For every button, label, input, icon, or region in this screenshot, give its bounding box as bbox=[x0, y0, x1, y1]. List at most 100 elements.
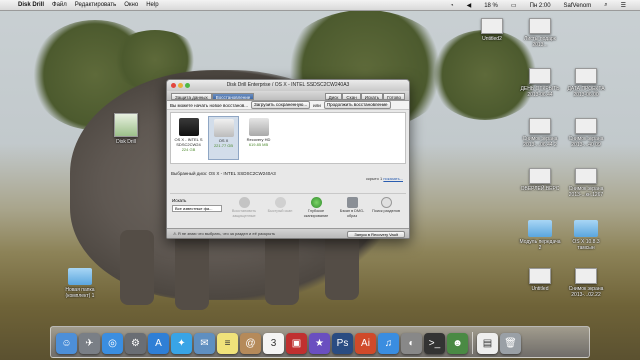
backup-dmg-button[interactable]: Бэкап в DMG-образ bbox=[336, 197, 368, 218]
menu-item-file[interactable]: Файл bbox=[52, 2, 67, 8]
quick-scan-icon bbox=[274, 197, 286, 208]
step-search[interactable]: Искать bbox=[360, 93, 384, 100]
desktop-icon[interactable]: ДАТА ПРОЕКТА 2013-06.00 bbox=[564, 68, 608, 98]
menu-item-edit[interactable]: Редактировать bbox=[75, 2, 116, 8]
deep-scan-icon bbox=[310, 197, 322, 208]
desktop-icon[interactable]: ОВЕРЛЕЙ.ВЕРС bbox=[518, 168, 562, 192]
desktop-icon[interactable]: Untitled bbox=[518, 268, 562, 292]
wallpaper-elephant-leg bbox=[120, 230, 154, 305]
menu-item-window[interactable]: Окно bbox=[124, 2, 138, 8]
drives-list: OS X - INTEL S SDSC2CW24 224 GB OS X 221… bbox=[170, 112, 406, 164]
drive-item-osx[interactable]: OS X 221.77 GB bbox=[208, 116, 239, 160]
session-message-row: Вы можете начать новое восстанов... Загр… bbox=[167, 101, 409, 110]
quick-scan-button[interactable]: Быстрый скан bbox=[264, 197, 296, 214]
battery-icon[interactable]: ▭ bbox=[511, 2, 517, 9]
wallpaper-elephant-leg bbox=[265, 230, 299, 305]
zoom-button[interactable] bbox=[185, 83, 190, 88]
desktop-icon-folder[interactable]: OS X 10.8.3 тамсын bbox=[564, 220, 608, 251]
selected-disk-label: Выбранный диск: OS X - INTEL SSDSC2CW240… bbox=[171, 171, 276, 176]
recovery-vault-button[interactable]: Запуск в Recovery Vault bbox=[347, 231, 405, 238]
file-type-select[interactable]: Все известные фа... bbox=[172, 205, 222, 212]
diskdrill-icon[interactable]: ☻ bbox=[447, 333, 468, 354]
notifications-icon[interactable]: ☰ bbox=[621, 2, 626, 9]
wifi-icon[interactable]: ◔ bbox=[450, 3, 454, 9]
dock-separator bbox=[472, 332, 473, 354]
preview-icon[interactable]: ◐ bbox=[401, 333, 422, 354]
restore-protected-button[interactable]: Восстановить защищенные bbox=[228, 197, 260, 218]
load-session-button[interactable]: Загрузить сохраненную... bbox=[251, 101, 311, 109]
step-disk[interactable]: Диск bbox=[324, 93, 343, 100]
show-hidden-link[interactable]: показать... bbox=[383, 176, 403, 181]
spotlight-icon[interactable]: ⌕ bbox=[604, 2, 607, 9]
tab-data-protection[interactable]: Защита данных bbox=[171, 93, 212, 100]
warning-text: ⚠ Я не знаю что выбрать, что за раздел и… bbox=[173, 231, 276, 236]
minimize-button[interactable] bbox=[178, 83, 183, 88]
twitter-icon[interactable]: ✦ bbox=[171, 333, 192, 354]
calendar-icon[interactable]: 3 bbox=[263, 333, 284, 354]
deep-scan-button[interactable]: Глубокое сканирование bbox=[300, 197, 332, 218]
window-title: Disk Drill Enterprise / OS X - INTEL SSD… bbox=[226, 82, 350, 88]
desktop-icon-folder[interactable]: Модуль передача 2 bbox=[518, 220, 562, 251]
desktop-icon-label: Новая папка (комплект) 1 bbox=[65, 287, 95, 299]
tab-recovery[interactable]: Восстановление bbox=[211, 93, 255, 100]
continue-recovery-button[interactable]: Продолжить восстановление bbox=[323, 101, 391, 109]
desktop-icon[interactable]: Снимок экрана 2013-...кн.1267 bbox=[564, 168, 608, 198]
contacts-icon[interactable]: @ bbox=[240, 333, 261, 354]
volume-icon[interactable]: ◀ bbox=[467, 2, 472, 9]
finder-icon[interactable]: ☺ bbox=[56, 333, 77, 354]
actions-panel: Искать Все известные фа... Восстановить … bbox=[170, 193, 406, 225]
safari-icon[interactable]: ◎ bbox=[102, 333, 123, 354]
itunes-icon[interactable]: ♫ bbox=[378, 333, 399, 354]
illustrator-icon[interactable]: Ai bbox=[355, 333, 376, 354]
step-scan[interactable]: Скан bbox=[342, 93, 361, 100]
desktop-icon[interactable]: Снимок экрана 2013-...40 09 bbox=[564, 118, 608, 148]
drive-item-recovery[interactable]: Recovery HD 619.85 MB bbox=[243, 116, 274, 160]
menu-app-name[interactable]: Disk Drill bbox=[18, 2, 44, 8]
find-partitions-icon bbox=[380, 197, 392, 208]
close-button[interactable] bbox=[171, 83, 176, 88]
battery-percent[interactable]: 18 % bbox=[484, 3, 498, 9]
launchpad-icon[interactable]: ✈ bbox=[79, 333, 100, 354]
photoshop-icon[interactable]: Ps bbox=[332, 333, 353, 354]
appstore-icon[interactable]: A bbox=[148, 333, 169, 354]
window-titlebar[interactable]: Disk Drill Enterprise / OS X - INTEL SSD… bbox=[167, 80, 409, 91]
dock-icons: ☺ ✈ ◎ ⚙ A ✦ ✉ ≡ @3 ▣ ★ Ps Ai ♫ ◐ >_ ☻ ▤ 🗑 bbox=[52, 330, 588, 354]
desktop-icon[interactable]: Листы подарк 2013... bbox=[518, 18, 562, 48]
terminal-icon[interactable]: >_ bbox=[424, 333, 445, 354]
drive-item-ssd[interactable]: OS X - INTEL S SDSC2CW24 224 GB bbox=[173, 116, 204, 160]
or-text: или bbox=[313, 102, 321, 108]
clock[interactable]: Пн 2:00 bbox=[530, 3, 551, 9]
drive-size: 619.85 MB bbox=[248, 142, 269, 147]
desktop-icon[interactable]: Снимок экрана 2013-...02.22 bbox=[564, 268, 608, 298]
desktop-icon[interactable]: Снимок экрана 2013-...06.44 2 bbox=[518, 118, 562, 148]
desktop-icon[interactable]: Untitled2 bbox=[470, 18, 514, 42]
user-name[interactable]: SafVenom bbox=[564, 3, 592, 9]
imovie-icon[interactable]: ★ bbox=[309, 333, 330, 354]
drive-size: 224 GB bbox=[181, 147, 196, 152]
window-statusbar: ⚠ Я не знаю что выбрать, что за раздел и… bbox=[167, 228, 409, 238]
menu-status-area: ◔ ◀ 18 % ▭ Пн 2:00 SafVenom ⌕ ☰ bbox=[450, 0, 634, 11]
volume-icon bbox=[213, 119, 234, 137]
session-message: Вы можете начать новое восстанов... bbox=[170, 102, 249, 108]
menu-bar: Disk Drill Файл Редактировать Окно Help … bbox=[0, 0, 640, 11]
trash-icon[interactable]: 🗑 bbox=[500, 333, 521, 354]
document-icon[interactable]: ▤ bbox=[477, 333, 498, 354]
desktop-icon[interactable]: ДЕНЬ ОТКРЫТЬ 2013-06.44 bbox=[518, 68, 562, 98]
desktop-icon-disk-drill[interactable]: Disk Drill bbox=[104, 113, 148, 145]
restore-icon bbox=[238, 197, 250, 208]
ssd-icon bbox=[178, 118, 199, 136]
hidden-count: скрыто 1 показать... bbox=[366, 176, 403, 181]
mail-icon[interactable]: ✉ bbox=[194, 333, 215, 354]
window-toolbar: Защита данных Восстановление Диск Скан И… bbox=[167, 91, 409, 101]
photobooth-icon[interactable]: ▣ bbox=[286, 333, 307, 354]
find-partitions-button[interactable]: Поиск разделов bbox=[370, 197, 402, 214]
drive-size: 221.77 GB bbox=[213, 143, 234, 148]
wallpaper-elephant-leg bbox=[175, 230, 209, 310]
desktop-icon-label: Disk Drill bbox=[116, 139, 136, 145]
system-prefs-icon[interactable]: ⚙ bbox=[125, 333, 146, 354]
desktop-icon-folder[interactable]: Новая папка (комплект) 1 bbox=[58, 268, 102, 299]
disk-drill-window: Disk Drill Enterprise / OS X - INTEL SSD… bbox=[166, 79, 410, 239]
notes-icon[interactable]: ≡ bbox=[217, 333, 238, 354]
step-done[interactable]: Готово bbox=[383, 93, 405, 100]
menu-item-help[interactable]: Help bbox=[146, 2, 158, 8]
